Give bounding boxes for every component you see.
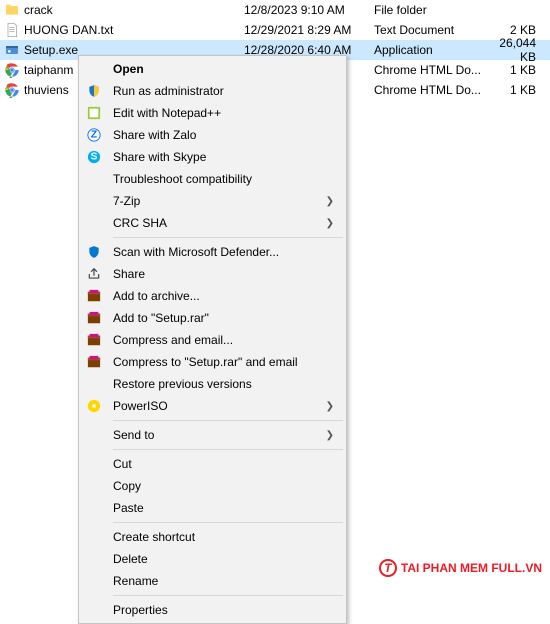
menu-sendto[interactable]: Send to ❯: [81, 424, 344, 446]
menu-label: Delete: [113, 552, 314, 566]
chevron-right-icon: ❯: [326, 218, 334, 229]
watermark-text: TAI PHAN MEM FULL.VN: [401, 561, 542, 575]
menu-label: CRC SHA: [113, 216, 314, 230]
menu-label: Cut: [113, 457, 314, 471]
menu-label: Run as administrator: [113, 84, 314, 98]
file-size: 1 KB: [484, 63, 546, 77]
file-name: thuviens: [24, 83, 69, 97]
menu-label: Troubleshoot compatibility: [113, 172, 314, 186]
menu-label: Share: [113, 267, 314, 281]
menu-add-rar[interactable]: Add to "Setup.rar": [81, 307, 344, 329]
winrar-icon: [85, 309, 103, 327]
menu-label: Restore previous versions: [113, 377, 314, 391]
menu-troubleshoot[interactable]: Troubleshoot compatibility: [81, 168, 344, 190]
exe-icon: [4, 42, 20, 58]
svg-text:S: S: [90, 151, 97, 163]
menu-label: Properties: [113, 603, 314, 617]
skype-icon: S: [85, 148, 103, 166]
menu-separator: [113, 522, 343, 523]
menu-share[interactable]: Share: [81, 263, 344, 285]
menu-properties[interactable]: Properties: [81, 599, 344, 621]
menu-label: Edit with Notepad++: [113, 106, 314, 120]
menu-run-admin[interactable]: Run as administrator: [81, 80, 344, 102]
shield-icon: [85, 82, 103, 100]
menu-label: Share with Skype: [113, 150, 314, 164]
menu-separator: [113, 237, 343, 238]
zalo-icon: Z: [85, 126, 103, 144]
menu-label: Scan with Microsoft Defender...: [113, 245, 314, 259]
file-name: HUONG DAN.txt: [24, 23, 113, 37]
menu-separator: [113, 595, 343, 596]
menu-share-skype[interactable]: S Share with Skype: [81, 146, 344, 168]
menu-delete[interactable]: Delete: [81, 548, 344, 570]
folder-icon: [4, 2, 20, 18]
chevron-right-icon: ❯: [326, 401, 334, 412]
menu-restore[interactable]: Restore previous versions: [81, 373, 344, 395]
poweriso-icon: [85, 397, 103, 415]
file-size: 26,044 KB: [484, 36, 546, 64]
menu-label: Open: [113, 62, 314, 76]
menu-separator: [113, 420, 343, 421]
menu-label: Send to: [113, 428, 314, 442]
svg-text:Z: Z: [91, 129, 98, 141]
menu-compress-rar-email[interactable]: Compress to "Setup.rar" and email: [81, 351, 344, 373]
menu-shortcut[interactable]: Create shortcut: [81, 526, 344, 548]
menu-cut[interactable]: Cut: [81, 453, 344, 475]
menu-open[interactable]: Open: [81, 58, 344, 80]
menu-label: Add to "Setup.rar": [113, 311, 314, 325]
menu-rename[interactable]: Rename: [81, 570, 344, 592]
file-name: crack: [24, 3, 53, 17]
chevron-right-icon: ❯: [326, 430, 334, 441]
file-type: Application: [374, 43, 484, 57]
file-name: taiphanm: [24, 63, 73, 77]
menu-compress-email[interactable]: Compress and email...: [81, 329, 344, 351]
notepadpp-icon: [85, 104, 103, 122]
menu-poweriso[interactable]: PowerISO ❯: [81, 395, 344, 417]
menu-copy[interactable]: Copy: [81, 475, 344, 497]
menu-defender[interactable]: Scan with Microsoft Defender...: [81, 241, 344, 263]
menu-label: PowerISO: [113, 399, 314, 413]
file-row[interactable]: HUONG DAN.txt 12/29/2021 8:29 AMText Docu…: [0, 20, 550, 40]
menu-label: Add to archive...: [113, 289, 314, 303]
menu-edit-npp[interactable]: Edit with Notepad++: [81, 102, 344, 124]
watermark-icon: T: [379, 559, 397, 577]
winrar-icon: [85, 353, 103, 371]
file-row[interactable]: crack 12/8/2023 9:10 AMFile folder: [0, 0, 550, 20]
chevron-right-icon: ❯: [326, 196, 334, 207]
context-menu: Open Run as administrator Edit with Note…: [78, 55, 347, 624]
chrome-icon: [4, 62, 20, 78]
menu-label: Share with Zalo: [113, 128, 314, 142]
winrar-icon: [85, 331, 103, 349]
file-name: Setup.exe: [24, 43, 78, 57]
watermark: T TAI PHAN MEM FULL.VN: [379, 559, 542, 577]
menu-label: Paste: [113, 501, 314, 515]
file-type: Chrome HTML Do...: [374, 63, 484, 77]
menu-label: 7-Zip: [113, 194, 314, 208]
menu-7zip[interactable]: 7-Zip ❯: [81, 190, 344, 212]
file-size: 1 KB: [484, 83, 546, 97]
menu-label: Create shortcut: [113, 530, 314, 544]
menu-separator: [113, 449, 343, 450]
file-date: 12/8/2023 9:10 AM: [244, 3, 374, 17]
defender-icon: [85, 243, 103, 261]
menu-label: Rename: [113, 574, 314, 588]
file-type: File folder: [374, 3, 484, 17]
chrome-icon: [4, 82, 20, 98]
menu-label: Compress and email...: [113, 333, 314, 347]
file-type: Text Document: [374, 23, 484, 37]
menu-share-zalo[interactable]: Z Share with Zalo: [81, 124, 344, 146]
menu-crcsha[interactable]: CRC SHA ❯: [81, 212, 344, 234]
file-type: Chrome HTML Do...: [374, 83, 484, 97]
file-date: 12/29/2021 8:29 AM: [244, 23, 374, 37]
menu-add-archive[interactable]: Add to archive...: [81, 285, 344, 307]
txt-icon: [4, 22, 20, 38]
winrar-icon: [85, 287, 103, 305]
menu-paste[interactable]: Paste: [81, 497, 344, 519]
file-size: 2 KB: [484, 23, 546, 37]
share-icon: [85, 265, 103, 283]
menu-label: Copy: [113, 479, 314, 493]
menu-label: Compress to "Setup.rar" and email: [113, 355, 314, 369]
